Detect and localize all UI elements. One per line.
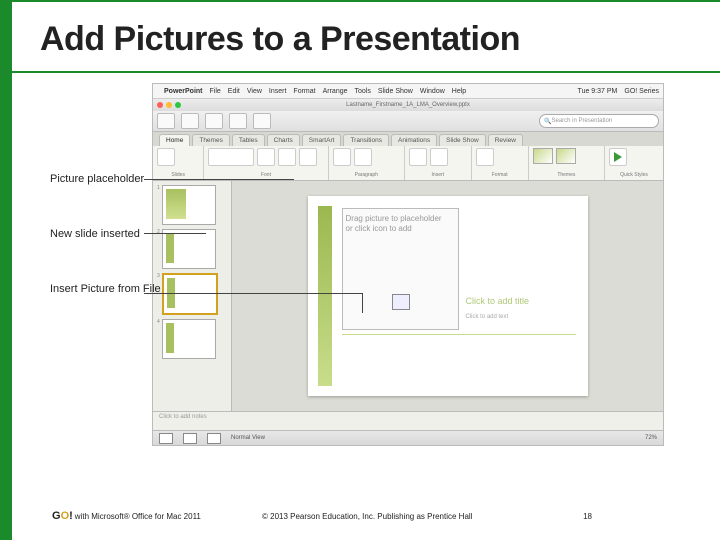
slide-title: Add Pictures to a Presentation [40, 20, 720, 59]
format-button[interactable] [476, 148, 494, 166]
go-logo: GO! [52, 510, 73, 522]
tab-charts[interactable]: Charts [267, 134, 300, 146]
sorter-view-button[interactable] [183, 433, 197, 444]
slide-canvas[interactable]: Drag picture to placeholder or click ico… [308, 196, 588, 396]
quick-toolbar: 🔍 Search in Presentation [153, 111, 663, 132]
slide-panel: 1 2 3 4 [153, 181, 232, 411]
tab-smartart[interactable]: SmartArt [302, 134, 342, 146]
tab-slideshow[interactable]: Slide Show [439, 134, 486, 146]
text-placeholder[interactable]: Click to add text [466, 314, 576, 320]
group-font: Font [208, 172, 323, 178]
view-label: Normal View [231, 435, 265, 441]
theme-thumbnail[interactable] [533, 148, 553, 164]
leader-line [144, 293, 362, 294]
insert-button[interactable] [409, 148, 427, 166]
window-titlebar: Lastname_Firstname_1A_LMA_Overview.pptx [153, 99, 663, 111]
powerpoint-window: PowerPoint File Edit View Insert Format … [152, 83, 664, 446]
group-insert: Insert [409, 172, 467, 178]
search-placeholder: Search in Presentation [551, 118, 612, 124]
bold-button[interactable] [278, 148, 296, 166]
toolbar-button[interactable] [205, 113, 223, 129]
toolbar-button[interactable] [157, 113, 175, 129]
leader-line [362, 293, 363, 313]
shapes-button[interactable] [430, 148, 448, 166]
new-slide-button[interactable] [157, 148, 175, 166]
tab-review[interactable]: Review [488, 134, 523, 146]
menu-arrange[interactable]: Arrange [323, 88, 348, 95]
align-button[interactable] [333, 148, 351, 166]
menu-edit[interactable]: Edit [228, 88, 240, 95]
placeholder-hint: Drag picture to placeholder or click ico… [346, 214, 451, 235]
page-number: 18 [583, 512, 592, 521]
footer-copyright: © 2013 Pearson Education, Inc. Publishin… [262, 512, 472, 521]
group-themes: Themes [533, 172, 600, 178]
normal-view-button[interactable] [159, 433, 173, 444]
tab-tables[interactable]: Tables [232, 134, 265, 146]
theme-thumbnail[interactable] [556, 148, 576, 164]
footer-product: with Microsoft® Office for Mac 2011 [75, 512, 201, 521]
toolbar-button[interactable] [229, 113, 247, 129]
leader-line [144, 179, 294, 180]
figure: Picture placeholder New slide inserted I… [52, 83, 682, 446]
bullets-button[interactable] [354, 148, 372, 166]
ribbon: Slides Font Paragraph Insert Format Them… [153, 146, 663, 181]
slide-footer: GO! with Microsoft® Office for Mac 2011 … [52, 510, 702, 522]
menu-help[interactable]: Help [452, 88, 466, 95]
tab-animations[interactable]: Animations [391, 134, 437, 146]
menu-window[interactable]: Window [420, 88, 445, 95]
tab-themes[interactable]: Themes [192, 134, 229, 146]
notes-pane[interactable]: Click to add notes [153, 411, 663, 430]
insert-picture-from-file-icon[interactable] [392, 294, 410, 310]
zoom-label: 72% [645, 435, 657, 441]
editor-area: 1 2 3 4 Drag picture to placeholder or c… [153, 181, 663, 411]
menu-view[interactable]: View [247, 88, 262, 95]
toolbar-button[interactable] [253, 113, 271, 129]
italic-button[interactable] [299, 148, 317, 166]
slide-thumbnail[interactable] [162, 185, 216, 225]
menu-format[interactable]: Format [293, 88, 315, 95]
toolbar-button[interactable] [181, 113, 199, 129]
menu-insert[interactable]: Insert [269, 88, 287, 95]
slide-thumbnail[interactable] [162, 229, 216, 269]
title-placeholder[interactable]: Click to add title [466, 296, 576, 306]
menu-file[interactable]: File [210, 88, 221, 95]
close-icon[interactable] [157, 102, 163, 108]
slideshow-view-button[interactable] [207, 433, 221, 444]
mac-menubar: PowerPoint File Edit View Insert Format … [153, 84, 663, 99]
group-quickstyles: Quick Styles [609, 172, 659, 178]
menubar-clock: Tue 9:37 PM [578, 88, 618, 95]
status-bar: Normal View 72% [153, 430, 663, 445]
slide-thumbnail-selected[interactable] [162, 273, 218, 315]
slide-thumbnail[interactable] [162, 319, 216, 359]
font-picker[interactable] [208, 148, 254, 166]
zoom-icon[interactable] [175, 102, 181, 108]
slide-accent-bar [318, 206, 332, 386]
ribbon-tabs: Home Themes Tables Charts SmartArt Trans… [153, 132, 663, 146]
search-input[interactable]: 🔍 Search in Presentation [539, 114, 659, 128]
tab-transitions[interactable]: Transitions [343, 134, 389, 146]
tab-home[interactable]: Home [159, 134, 190, 146]
minimize-icon[interactable] [166, 102, 172, 108]
group-format: Format [476, 172, 524, 178]
play-button[interactable] [609, 148, 627, 166]
search-icon: 🔍 [544, 118, 551, 125]
group-paragraph: Paragraph [333, 172, 400, 178]
menu-slideshow[interactable]: Slide Show [378, 88, 413, 95]
document-title: Lastname_Firstname_1A_LMA_Overview.pptx [346, 102, 470, 108]
menu-tools[interactable]: Tools [355, 88, 371, 95]
leader-line [144, 233, 206, 234]
app-menu[interactable]: PowerPoint [164, 88, 203, 95]
font-size[interactable] [257, 148, 275, 166]
menubar-user: GO! Series [624, 88, 659, 95]
